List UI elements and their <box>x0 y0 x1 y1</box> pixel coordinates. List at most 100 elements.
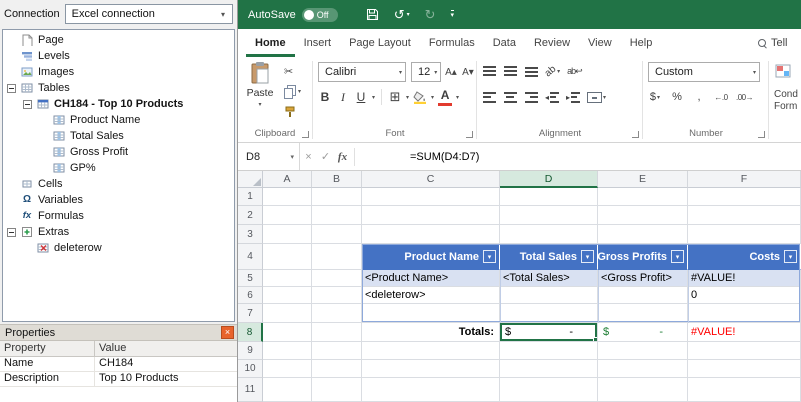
cell-a6[interactable] <box>263 287 312 304</box>
filter-button[interactable]: ▾ <box>581 250 594 263</box>
cell-e10[interactable] <box>598 360 688 378</box>
wrap-text-button[interactable]: ab↩ <box>567 62 583 80</box>
cell-c3[interactable] <box>362 225 500 244</box>
cell-e4[interactable]: Gross Profits ▾ <box>598 244 688 270</box>
increase-font-button[interactable]: A▴ <box>444 63 458 81</box>
copy-button[interactable]: ▾ <box>284 84 301 99</box>
cell-f6[interactable]: 0 <box>688 287 801 304</box>
tree-item-levels[interactable]: Levels <box>3 48 234 64</box>
cell-a2[interactable] <box>263 206 312 225</box>
cell-f3[interactable] <box>688 225 801 244</box>
cell-e11[interactable] <box>598 378 688 402</box>
decrease-indent-button[interactable]: ◂ <box>545 88 560 106</box>
cell-b3[interactable] <box>312 225 362 244</box>
cell-c5[interactable]: <Product Name> <box>362 270 500 287</box>
cell-f7[interactable] <box>688 304 801 323</box>
fill-color-button[interactable] <box>413 88 427 106</box>
cell-e5[interactable]: <Gross Profit> <box>598 270 688 287</box>
tree-item-formulas[interactable]: fx Formulas <box>3 208 234 224</box>
tab-page-layout[interactable]: Page Layout <box>340 29 420 57</box>
property-row-description[interactable]: Description Top 10 Products <box>0 372 237 387</box>
dialog-launcher-icon[interactable] <box>758 131 765 138</box>
tab-data[interactable]: Data <box>484 29 525 57</box>
row-header-8[interactable]: 8 <box>238 323 263 342</box>
cell-e9[interactable] <box>598 342 688 360</box>
accounting-format-button[interactable]: $ ▾ <box>648 88 662 106</box>
property-row-name[interactable]: Name CH184 <box>0 357 237 372</box>
cancel-button[interactable]: × <box>300 151 317 163</box>
cell-c9[interactable] <box>362 342 500 360</box>
cell-c1[interactable] <box>362 188 500 206</box>
merge-center-button[interactable]: ▾ <box>587 88 606 106</box>
cell-a11[interactable] <box>263 378 312 402</box>
row-header-11[interactable]: 11 <box>238 378 263 402</box>
cell-a8[interactable] <box>263 323 312 342</box>
cell-e3[interactable] <box>598 225 688 244</box>
enter-button[interactable]: ✓ <box>317 150 334 163</box>
tab-insert[interactable]: Insert <box>295 29 341 57</box>
tree-item-deleterow[interactable]: deleterow <box>3 240 234 256</box>
cell-e2[interactable] <box>598 206 688 225</box>
cell-f5[interactable]: #VALUE! <box>688 270 801 287</box>
cell-c6[interactable]: <deleterow> <box>362 287 500 304</box>
dialog-launcher-icon[interactable] <box>632 131 639 138</box>
cell-a1[interactable] <box>263 188 312 206</box>
save-button[interactable] <box>366 8 379 21</box>
dialog-launcher-icon[interactable] <box>302 131 309 138</box>
font-color-button[interactable]: A <box>438 88 453 106</box>
cell-d9[interactable] <box>500 342 598 360</box>
cell-b8[interactable] <box>312 323 362 342</box>
cell-c2[interactable] <box>362 206 500 225</box>
row-header-10[interactable]: 10 <box>238 360 263 378</box>
dialog-launcher-icon[interactable] <box>466 131 473 138</box>
align-center-button[interactable] <box>503 88 517 106</box>
underline-button[interactable]: U <box>354 88 368 106</box>
cell-a7[interactable] <box>263 304 312 323</box>
cell-f1[interactable] <box>688 188 801 206</box>
tree-item-images[interactable]: Images <box>3 64 234 80</box>
cell-b11[interactable] <box>312 378 362 402</box>
paste-button[interactable]: Paste ▾ <box>241 61 279 125</box>
column-header-a[interactable]: A <box>263 171 312 188</box>
italic-button[interactable]: I <box>336 88 350 106</box>
column-header-d[interactable]: D <box>500 171 598 188</box>
cell-d10[interactable] <box>500 360 598 378</box>
column-header-f[interactable]: F <box>688 171 801 188</box>
cell-a5[interactable] <box>263 270 312 287</box>
name-box[interactable]: D8 ▾ <box>238 143 300 170</box>
tree-item-product-name[interactable]: Product Name <box>3 112 234 128</box>
tab-view[interactable]: View <box>579 29 621 57</box>
close-icon[interactable]: × <box>221 326 234 339</box>
cell-f11[interactable] <box>688 378 801 402</box>
formula-input[interactable]: =SUM(D4:D7) <box>410 151 479 163</box>
cell-b9[interactable] <box>312 342 362 360</box>
align-left-button[interactable] <box>482 88 496 106</box>
cell-e7[interactable] <box>598 304 688 323</box>
cell-b6[interactable] <box>312 287 362 304</box>
tab-formulas[interactable]: Formulas <box>420 29 484 57</box>
column-header-b[interactable]: B <box>312 171 362 188</box>
cell-d6[interactable] <box>500 287 598 304</box>
bold-button[interactable]: B <box>318 88 332 106</box>
cell-f8[interactable]: #VALUE! <box>688 323 801 342</box>
cell-c10[interactable] <box>362 360 500 378</box>
cell-b7[interactable] <box>312 304 362 323</box>
column-header-e[interactable]: E <box>598 171 688 188</box>
select-all-corner[interactable] <box>238 171 263 188</box>
cell-d1[interactable] <box>500 188 598 206</box>
decrease-font-button[interactable]: A▾ <box>461 63 475 81</box>
cell-c4[interactable]: Product Name ▾ <box>362 244 500 270</box>
cell-a10[interactable] <box>263 360 312 378</box>
increase-decimal-button[interactable]: ←.0 <box>714 88 728 106</box>
cell-b2[interactable] <box>312 206 362 225</box>
cell-f4[interactable]: Costs ▾ <box>688 244 801 270</box>
tree-item-cells[interactable]: Cells <box>3 176 234 192</box>
row-header-3[interactable]: 3 <box>238 225 263 244</box>
row-header-7[interactable]: 7 <box>238 304 263 323</box>
cell-f10[interactable] <box>688 360 801 378</box>
tree-item-total-sales[interactable]: Total Sales <box>3 128 234 144</box>
comma-style-button[interactable]: , <box>692 88 706 106</box>
collapse-icon[interactable] <box>23 99 32 109</box>
cell-c11[interactable] <box>362 378 500 402</box>
tree-item-extras[interactable]: Extras <box>3 224 234 240</box>
